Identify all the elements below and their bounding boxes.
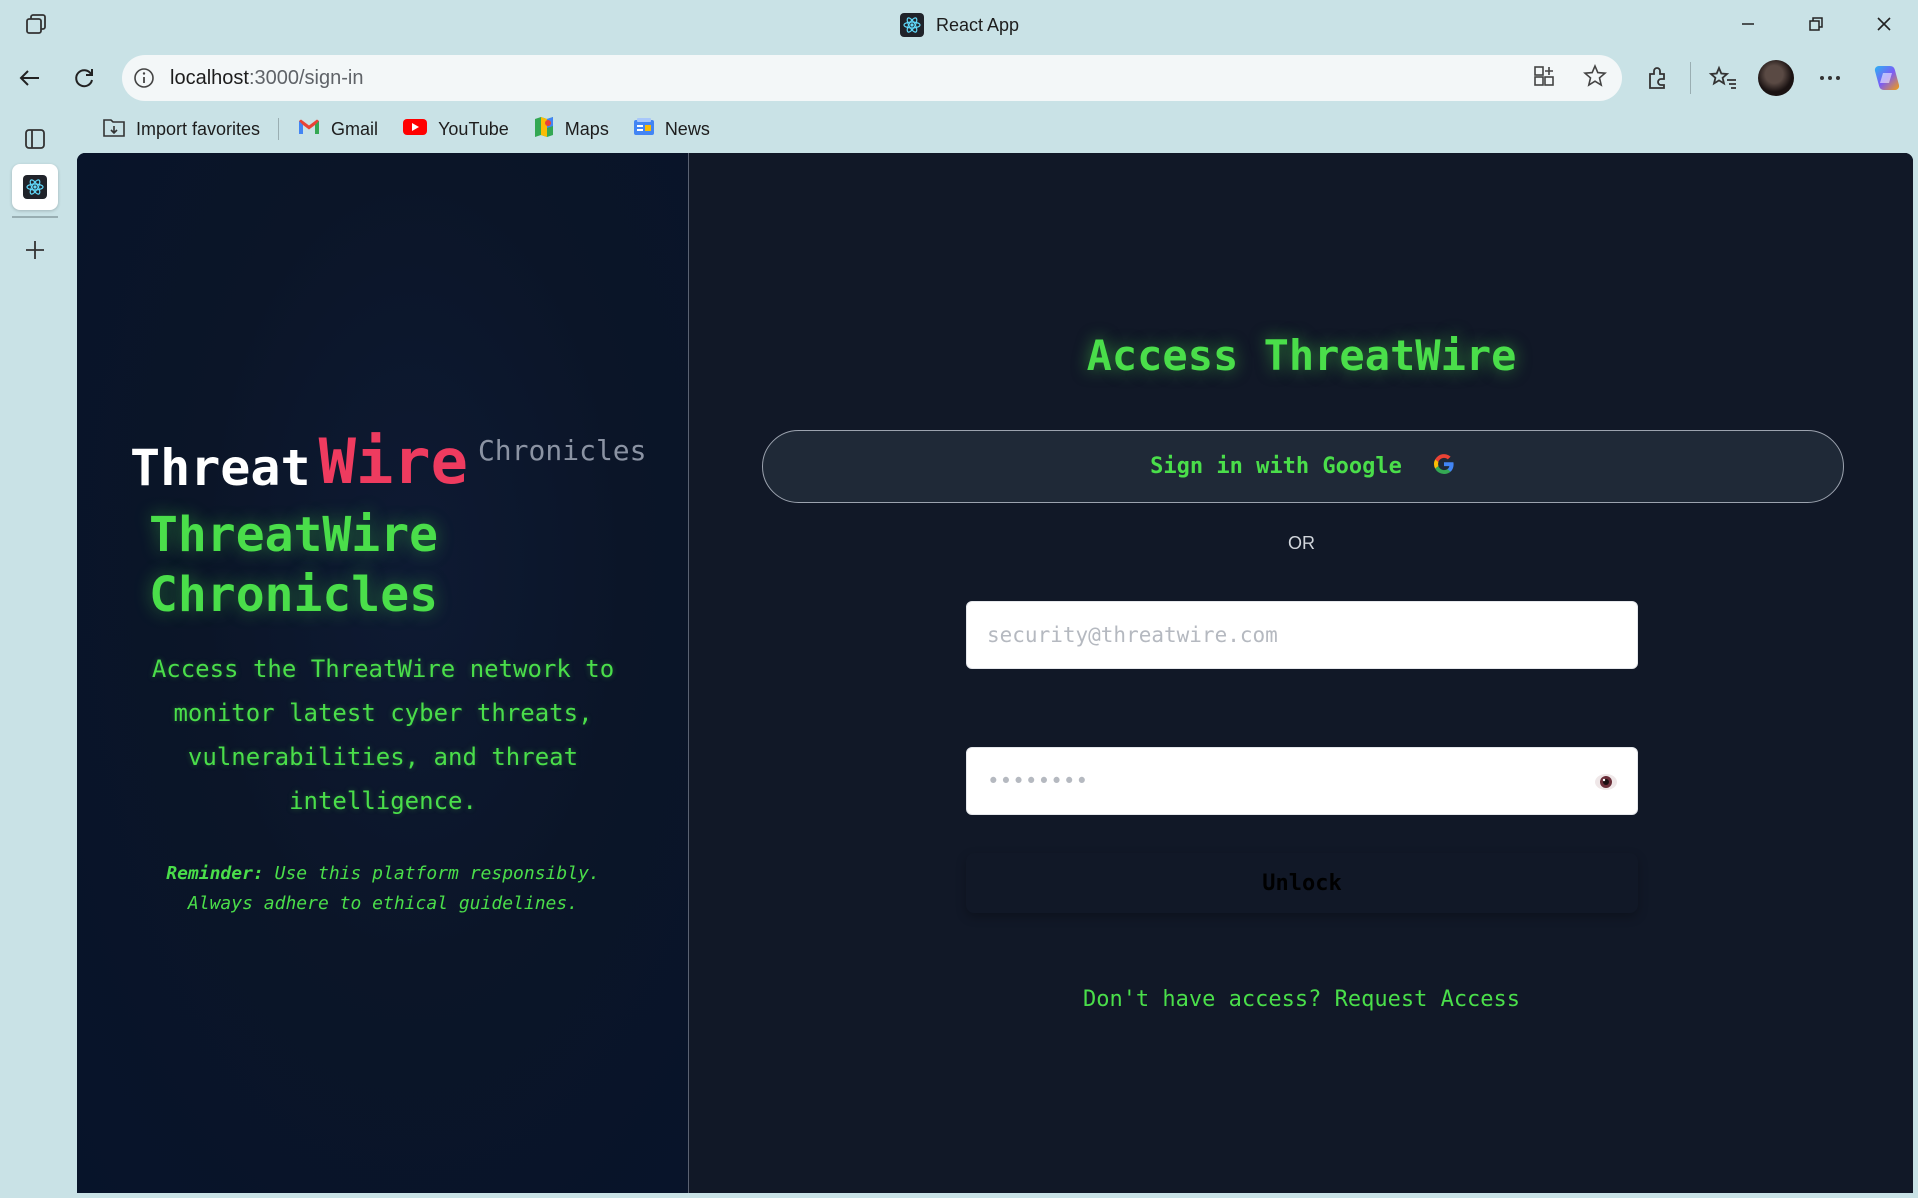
import-icon: [102, 116, 126, 143]
bookmark-news[interactable]: News: [621, 112, 722, 146]
hero-title-line-1: ThreatWire: [149, 507, 438, 563]
bookmark-label: Gmail: [331, 118, 379, 139]
site-info-icon[interactable]: [132, 66, 156, 90]
google-sign-in-label: Sign in with Google: [1150, 454, 1402, 479]
email-field-wrapper: [966, 601, 1638, 669]
google-sign-in-button[interactable]: Sign in with Google: [762, 430, 1844, 503]
toolbar-separator: [1690, 62, 1691, 94]
rail-separator: [12, 216, 58, 218]
close-window-button[interactable]: [1850, 0, 1918, 48]
minimize-button[interactable]: [1714, 0, 1782, 48]
window-title: React App: [900, 12, 1019, 38]
reminder-label: Reminder:: [166, 863, 264, 884]
or-divider: OR: [1288, 533, 1315, 553]
bookmark-import-favorites[interactable]: Import favorites: [90, 112, 272, 146]
unlock-button[interactable]: Unlock: [966, 853, 1638, 913]
tab-panel-icon[interactable]: [12, 116, 58, 162]
profile-avatar[interactable]: [1758, 58, 1794, 98]
copilot-icon[interactable]: [1870, 58, 1904, 98]
hero-description: Access the ThreatWire network to monitor…: [151, 655, 615, 815]
window-title-text: React App: [936, 14, 1020, 35]
brand-threat: Threat: [130, 439, 311, 497]
extensions-icon[interactable]: [1644, 58, 1672, 98]
show-password-eye-icon[interactable]: [1593, 770, 1619, 794]
tab-actions-icon[interactable]: [20, 10, 52, 40]
new-tab-button[interactable]: [12, 227, 58, 273]
password-field-wrapper: [966, 747, 1638, 815]
password-field[interactable]: [967, 748, 1637, 814]
avatar: [1758, 60, 1794, 96]
bookmark-label: News: [664, 118, 710, 139]
tab-react-app[interactable]: [12, 164, 58, 210]
more-options-icon[interactable]: [1816, 58, 1844, 98]
favorites-icon[interactable]: [1708, 58, 1738, 98]
news-icon: [633, 117, 655, 142]
refresh-button[interactable]: [64, 58, 104, 98]
address-bar[interactable]: localhost:3000/sign-in: [122, 55, 1622, 101]
form-title: Access ThreatWire: [1086, 331, 1517, 380]
bookmark-separator: [278, 118, 280, 140]
back-button[interactable]: [10, 58, 50, 98]
address-url[interactable]: localhost:3000/sign-in: [170, 67, 363, 90]
title-bar: React App: [0, 0, 1918, 50]
hero-title: ThreatWire Chronicles: [149, 505, 438, 625]
maps-icon: [533, 116, 555, 143]
bookmark-youtube[interactable]: YouTube: [390, 112, 521, 146]
bookmark-label: Import favorites: [136, 118, 261, 139]
youtube-icon: [402, 118, 428, 141]
bookmark-gmail[interactable]: Gmail: [285, 112, 390, 146]
react-logo-icon: [900, 13, 924, 37]
google-icon: [1432, 452, 1456, 481]
react-logo-icon: [23, 175, 47, 199]
brand-logo: Threat Wire Chronicles: [130, 425, 647, 498]
brand-chronicles: Chronicles: [477, 434, 647, 467]
bookmark-label: YouTube: [438, 118, 509, 139]
restore-button[interactable]: [1782, 0, 1850, 48]
request-access-link[interactable]: Don't have access? Request Access: [690, 987, 1913, 1012]
email-field[interactable]: [967, 602, 1637, 668]
url-host: localhost: [170, 66, 249, 89]
page-viewport: Threat Wire Chronicles ThreatWire Chroni…: [77, 153, 1913, 1193]
gmail-icon: [297, 118, 321, 141]
hero-panel: Threat Wire Chronicles ThreatWire Chroni…: [77, 153, 689, 1193]
vertical-tab-rail: [0, 110, 70, 1198]
hero-title-line-2: Chronicles: [149, 567, 438, 623]
app-available-icon[interactable]: [1532, 64, 1556, 93]
bookmark-maps[interactable]: Maps: [521, 112, 621, 146]
reminder-text: Reminder: Use this platform responsibly.…: [133, 859, 633, 919]
favorite-star-icon[interactable]: [1582, 63, 1608, 94]
sign-in-panel: Access ThreatWire Sign in with Google OR…: [690, 153, 1913, 1193]
url-path: :3000/sign-in: [248, 66, 364, 89]
bookmarks-bar: Import favorites Gmail YouTube Maps News: [90, 112, 722, 146]
bookmark-label: Maps: [564, 118, 609, 139]
brand-wire: Wire: [318, 425, 468, 498]
